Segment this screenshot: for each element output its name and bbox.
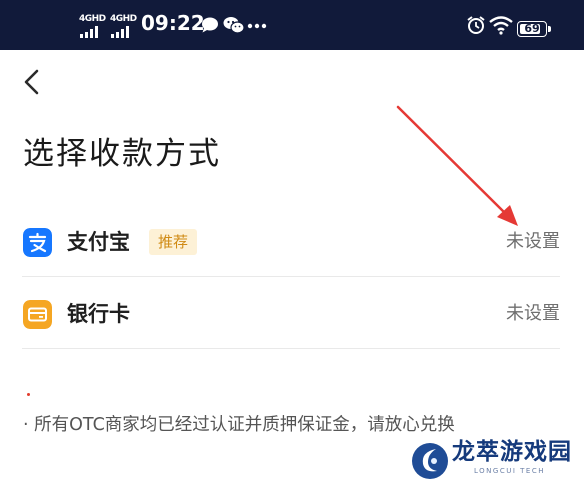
battery-icon: 69 bbox=[517, 21, 547, 37]
clock: 09:22 bbox=[141, 11, 205, 35]
payment-method-alipay[interactable]: 支付宝 推荐 未设置 bbox=[22, 208, 560, 277]
watermark-logo: 龙萃游戏园 LONGCUI TECH bbox=[408, 436, 584, 485]
red-dot-marker bbox=[27, 393, 30, 396]
more-dots-icon bbox=[247, 23, 267, 29]
page-title: 选择收款方式 bbox=[23, 136, 221, 172]
chat-bubble-icon bbox=[202, 17, 218, 33]
alipay-icon bbox=[23, 228, 52, 257]
recommend-badge: 推荐 bbox=[149, 229, 198, 255]
notice-text: · 所有OTC商家均已经过认证并质押保证金，请放心兑换 bbox=[23, 415, 455, 435]
wechat-icon bbox=[223, 17, 245, 34]
method-status: 未设置 bbox=[506, 231, 560, 252]
chevron-left-icon bbox=[24, 69, 39, 95]
method-name: 支付宝 bbox=[67, 230, 130, 254]
wifi-icon bbox=[489, 16, 513, 35]
battery-level: 69 bbox=[524, 22, 540, 35]
battery-tip bbox=[548, 26, 551, 32]
signal-sim2-icon: 4GHD bbox=[110, 14, 137, 38]
status-bar: 4GHD 4GHD 09:22 69 bbox=[0, 0, 584, 50]
method-name: 银行卡 bbox=[67, 302, 130, 326]
alarm-icon bbox=[467, 16, 485, 34]
network-type-label: 4GHD bbox=[110, 14, 137, 24]
payment-method-bank-card[interactable]: 银行卡 未设置 bbox=[22, 280, 560, 349]
watermark-subtitle: LONGCUI TECH bbox=[474, 467, 545, 475]
back-button[interactable] bbox=[20, 68, 46, 96]
signal-sim1-icon: 4GHD bbox=[79, 14, 106, 38]
bank-card-icon bbox=[23, 300, 52, 329]
watermark-title: 龙萃游戏园 bbox=[452, 439, 572, 465]
network-type-label: 4GHD bbox=[79, 14, 106, 24]
method-status: 未设置 bbox=[506, 303, 560, 324]
watermark-emblem-icon bbox=[412, 443, 448, 479]
